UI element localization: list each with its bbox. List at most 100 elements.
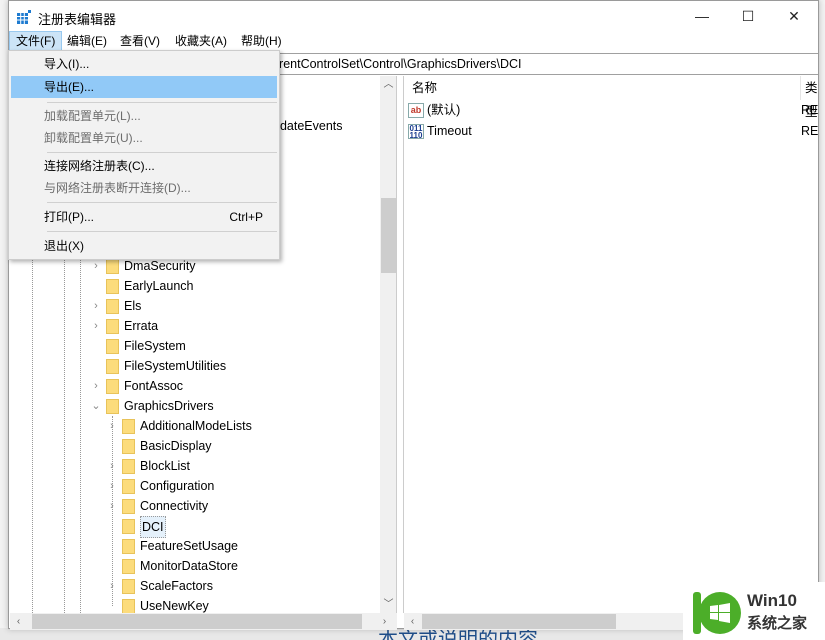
chevron-right-icon[interactable]: ›	[91, 316, 101, 336]
scroll-down-arrow-icon[interactable]: ﹀	[380, 596, 396, 613]
value-name: Timeout	[427, 124, 472, 138]
chevron-right-icon[interactable]: ›	[107, 496, 117, 516]
tree-item-label: BasicDisplay	[140, 439, 212, 453]
tree-item[interactable]: UseNewKey	[10, 596, 378, 613]
menu-item-exit[interactable]: 退出(X)	[11, 235, 277, 257]
folder-icon	[122, 599, 135, 613]
folder-icon	[106, 399, 119, 414]
scroll-thumb[interactable]	[381, 198, 396, 273]
win10-logo: Win10 系统之家	[683, 582, 825, 640]
value-name: (默认)	[427, 103, 461, 117]
tree-item-label: Configuration	[140, 479, 215, 493]
chevron-right-icon[interactable]: ›	[107, 576, 117, 596]
folder-icon	[106, 299, 119, 314]
tree-item-label: UseNewKey	[140, 599, 209, 613]
tree-item[interactable]: DCI	[10, 516, 378, 538]
tree-item[interactable]: › FontAssoc	[10, 376, 378, 396]
scroll-left-arrow-icon[interactable]: ‹	[10, 613, 27, 630]
tree-item[interactable]: ⌄ GraphicsDrivers	[10, 396, 378, 416]
scroll-up-arrow-icon[interactable]: ︿	[380, 76, 396, 93]
folder-icon	[122, 479, 135, 494]
folder-icon	[122, 519, 135, 534]
chevron-down-icon[interactable]: ⌄	[91, 396, 101, 416]
menu-edit[interactable]: 编辑(E)	[61, 31, 113, 51]
window-title: 注册表编辑器	[38, 12, 117, 27]
folder-icon	[106, 319, 119, 334]
string-value-icon: ab	[408, 103, 424, 119]
tree-item-label: ScaleFactors	[140, 579, 213, 593]
tree-item[interactable]: › ScaleFactors	[10, 576, 378, 596]
tree-item[interactable]: › Els	[10, 296, 378, 316]
tree-item-label: Connectivity	[140, 499, 209, 513]
tree-item-label: GraphicsDrivers	[124, 399, 214, 413]
tree-item[interactable]: › Errata	[10, 316, 378, 336]
menu-help[interactable]: 帮助(H)	[235, 31, 288, 51]
values-pane: 名称 类型 ab (默认) 011 110 Timeout RE RE	[403, 76, 818, 613]
folder-icon	[106, 279, 119, 294]
minimize-button[interactable]: —	[679, 1, 725, 31]
tree-horizontal-scrollbar[interactable]: ‹ ›	[10, 613, 397, 630]
folder-icon	[106, 359, 119, 374]
menu-item-disconnect-network-registry[interactable]: 与网络注册表断开连接(D)...	[11, 177, 277, 199]
scroll-left-arrow-icon[interactable]: ‹	[404, 613, 421, 630]
menu-file[interactable]: 文件(F)	[9, 31, 63, 51]
tree-item[interactable]: pdateEvents	[273, 116, 343, 136]
title-bar: 注册表编辑器 — ☐ ✕	[9, 1, 818, 31]
menu-item-export[interactable]: 导出(E)...	[11, 76, 277, 98]
logo-subtext: 系统之家	[747, 615, 808, 632]
column-header-type[interactable]: 类型	[800, 76, 818, 119]
menu-favorites[interactable]: 收藏夹(A)	[169, 31, 233, 51]
folder-icon	[122, 579, 135, 594]
maximize-button[interactable]: ☐	[725, 1, 771, 31]
print-shortcut: Ctrl+P	[229, 210, 263, 224]
scroll-thumb[interactable]	[422, 614, 616, 629]
tree-item-label: AdditionalModeLists	[140, 419, 252, 433]
tree-item[interactable]: FileSystem	[10, 336, 378, 356]
tree-item[interactable]: › Connectivity	[10, 496, 378, 516]
tree-item-label: FileSystem	[124, 339, 186, 353]
tree-item-label: EarlyLaunch	[124, 279, 194, 293]
menu-item-import[interactable]: 导入(I)...	[11, 53, 277, 75]
folder-icon	[122, 559, 135, 574]
menu-item-load-hive[interactable]: 加载配置单元(L)...	[11, 105, 277, 127]
value-row[interactable]: 011 110 Timeout	[408, 121, 472, 142]
tree-vertical-scrollbar[interactable]: ︿ ﹀	[380, 76, 396, 613]
tree-item[interactable]: MonitorDataStore	[10, 556, 378, 576]
scroll-right-arrow-icon[interactable]: ›	[376, 613, 393, 630]
menu-item-unload-hive[interactable]: 卸载配置单元(U)...	[11, 127, 277, 149]
tree-item[interactable]: › BlockList	[10, 456, 378, 476]
folder-icon	[106, 339, 119, 354]
tree-item-label: FontAssoc	[124, 379, 184, 393]
chevron-right-icon[interactable]: ›	[91, 296, 101, 316]
regedit-icon	[17, 10, 31, 24]
value-type: RE	[801, 103, 818, 117]
folder-icon	[106, 379, 119, 394]
menu-view[interactable]: 查看(V)	[114, 31, 166, 51]
menu-item-connect-network-registry[interactable]: 连接网络注册表(C)...	[11, 155, 277, 177]
value-type: RE	[801, 124, 818, 138]
tree-item[interactable]: EarlyLaunch	[10, 276, 378, 296]
column-header-name[interactable]: 名称	[412, 76, 437, 100]
value-row[interactable]: ab (默认)	[408, 100, 460, 121]
tree-item-label: DCI	[140, 516, 166, 538]
tree-item[interactable]: FileSystemUtilities	[10, 356, 378, 376]
chevron-right-icon[interactable]: ›	[91, 376, 101, 396]
menu-item-print[interactable]: 打印(P)... Ctrl+P	[11, 206, 277, 228]
tree-item[interactable]: BasicDisplay	[10, 436, 378, 456]
tree-item-label: Errata	[124, 319, 159, 333]
chevron-right-icon[interactable]: ›	[107, 476, 117, 496]
tree-item[interactable]: FeatureSetUsage	[10, 536, 378, 556]
chevron-right-icon[interactable]: ›	[107, 456, 117, 476]
chevron-right-icon[interactable]: ›	[107, 416, 117, 436]
tree-item[interactable]: › AdditionalModeLists	[10, 416, 378, 436]
folder-icon	[122, 419, 135, 434]
scroll-thumb[interactable]	[32, 614, 362, 629]
print-label: 打印(P)...	[44, 210, 94, 224]
folder-icon	[122, 539, 135, 554]
close-button[interactable]: ✕	[771, 1, 817, 31]
folder-icon	[106, 259, 119, 274]
tree-item-label: FeatureSetUsage	[140, 539, 238, 553]
logo-text: Win10	[747, 591, 797, 610]
tree-item[interactable]: › Configuration	[10, 476, 378, 496]
folder-icon	[122, 439, 135, 454]
